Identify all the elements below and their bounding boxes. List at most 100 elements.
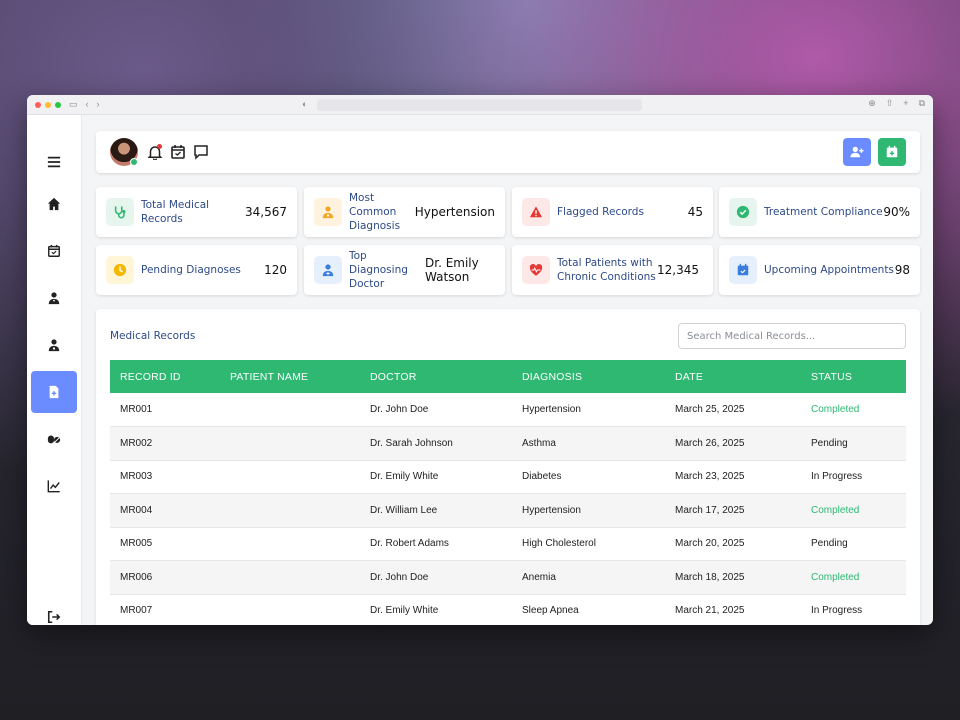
cell-date: March 18, 2025 (665, 560, 801, 595)
sidebar-item-medical-records[interactable] (31, 371, 77, 413)
browser-titlebar: ▭ ‹ › ◐ ⊕ ⇧ + ⧉ (27, 95, 933, 115)
logout-button[interactable] (31, 596, 77, 625)
table-body: MR001 Dr. John Doe Hypertension March 25, 2… (110, 393, 906, 625)
sidebar-item-home[interactable] (31, 183, 77, 225)
forward-icon[interactable]: › (97, 100, 100, 109)
cell-diagnosis: Diabetes (512, 460, 665, 494)
doctor-icon (322, 264, 334, 277)
table-row[interactable]: MR003 Dr. Emily White Diabetes March 23, 20… (110, 460, 906, 494)
card-value: 45 (687, 205, 703, 219)
add-user-button[interactable] (843, 138, 871, 166)
card-flagged-records[interactable]: Flagged Records 45 (512, 187, 713, 237)
cell-patient (220, 426, 360, 461)
sidebar (27, 115, 82, 625)
cell-diagnosis: Anemia (512, 560, 665, 595)
card-top-diagnosing-doctor[interactable]: Top Diagnosing Doctor Dr. Emily Watson (304, 245, 505, 295)
card-total-medical-records[interactable]: Total Medical Records 34,567 (96, 187, 297, 237)
card-icon-wrap (729, 256, 757, 284)
cell-patient (220, 527, 360, 561)
card-icon-wrap (314, 198, 342, 226)
table-row[interactable]: MR005 Dr. Robert Adams High Cholesterol Mar… (110, 527, 906, 561)
calendar-button[interactable] (170, 144, 186, 160)
calendar-check-icon (737, 263, 749, 276)
sidebar-toggle-icon[interactable]: ▭ (69, 100, 78, 109)
search-input[interactable] (678, 323, 906, 349)
cell-status: Pending (801, 426, 906, 461)
sidebar-item-doctors[interactable] (31, 277, 77, 319)
calendar-plus-icon (886, 145, 898, 158)
address-bar[interactable] (317, 99, 642, 111)
card-icon-wrap (522, 198, 550, 226)
window-controls (35, 101, 61, 108)
table-row[interactable]: MR004 Dr. William Lee Hypertension March 17… (110, 493, 906, 528)
cell-id: MR007 (110, 594, 220, 625)
share-icon[interactable]: ⇧ (886, 98, 894, 109)
maximize-dot[interactable] (55, 101, 61, 108)
card-chronic-patients[interactable]: Total Patients with Chronic Conditions 1… (512, 245, 713, 295)
card-upcoming-appointments[interactable]: Upcoming Appointments 98 (719, 245, 920, 295)
card-pending-diagnoses[interactable]: Pending Diagnoses 120 (96, 245, 297, 295)
cell-date: March 25, 2025 (665, 393, 801, 427)
card-value: 34,567 (245, 205, 287, 219)
cell-diagnosis: Hypertension (512, 493, 665, 528)
messages-button[interactable] (193, 144, 209, 160)
column-header[interactable]: STATUS (801, 360, 906, 393)
card-label: Upcoming Appointments (764, 264, 894, 276)
download-icon[interactable]: ⊕ (868, 98, 876, 109)
card-treatment-compliance[interactable]: Treatment Compliance 90% (719, 187, 920, 237)
add-appointment-button[interactable] (878, 138, 906, 166)
cell-doctor: Dr. Emily White (360, 460, 512, 494)
cell-id: MR006 (110, 560, 220, 595)
doctor-icon (48, 292, 60, 305)
shield-icon: ◐ (302, 99, 308, 109)
table-row[interactable]: MR006 Dr. John Doe Anemia March 18, 2025 Com… (110, 560, 906, 595)
cell-diagnosis: Hypertension (512, 393, 665, 427)
notifications-button[interactable] (147, 144, 163, 161)
new-tab-icon[interactable]: + (903, 98, 908, 109)
tabs-icon[interactable]: ⧉ (919, 98, 925, 109)
column-header[interactable]: PATIENT NAME (220, 360, 360, 393)
table-row[interactable]: MR001 Dr. John Doe Hypertension March 25, 2… (110, 393, 906, 427)
table-row[interactable]: MR007 Dr. Emily White Sleep Apnea March 21,… (110, 594, 906, 625)
doctor-badge-icon (322, 206, 334, 219)
summary-cards: Total Medical Records 34,567 Most Common… (96, 187, 920, 295)
pills-icon (47, 435, 61, 444)
column-header[interactable]: RECORD ID (110, 360, 220, 393)
cell-id: MR004 (110, 493, 220, 528)
menu-button[interactable] (31, 141, 77, 183)
card-value: 12,345 (657, 263, 699, 277)
sidebar-item-patients[interactable] (31, 324, 77, 366)
cell-patient (220, 393, 360, 427)
cell-patient (220, 460, 360, 494)
sidebar-item-appointments[interactable] (31, 230, 77, 272)
sidebar-item-pharmacy[interactable] (31, 418, 77, 460)
online-status-dot (130, 158, 138, 166)
close-dot[interactable] (35, 101, 41, 108)
cell-doctor: Dr. Emily White (360, 594, 512, 625)
browser-actions: ⊕ ⇧ + ⧉ (868, 98, 925, 109)
notification-badge (157, 144, 162, 149)
card-icon-wrap (729, 198, 757, 226)
cell-diagnosis: Asthma (512, 426, 665, 461)
clock-icon (113, 263, 127, 277)
menu-icon (47, 156, 61, 168)
cell-patient (220, 560, 360, 595)
cell-id: MR001 (110, 393, 220, 427)
card-icon-wrap (106, 256, 134, 284)
column-header[interactable]: DOCTOR (360, 360, 512, 393)
table-row[interactable]: MR002 Dr. Sarah Johnson Asthma March 26, 20… (110, 426, 906, 461)
minimize-dot[interactable] (45, 101, 51, 108)
cell-status: Completed (801, 393, 906, 427)
cell-doctor: Dr. Sarah Johnson (360, 426, 512, 461)
card-label: Most Common Diagnosis (349, 192, 401, 232)
card-most-common-diagnosis[interactable]: Most Common Diagnosis Hypertension (304, 187, 505, 237)
column-header[interactable]: DIAGNOSIS (512, 360, 665, 393)
home-icon (47, 197, 61, 211)
back-icon[interactable]: ‹ (86, 100, 89, 109)
sidebar-item-reports[interactable] (31, 465, 77, 507)
column-header[interactable]: DATE (665, 360, 801, 393)
card-value: Hypertension (414, 205, 495, 219)
medical-records-panel: Medical Records RECORD ID PATIENT NAME D… (96, 309, 920, 625)
cell-status: In Progress (801, 594, 906, 625)
medical-file-icon (49, 385, 59, 399)
